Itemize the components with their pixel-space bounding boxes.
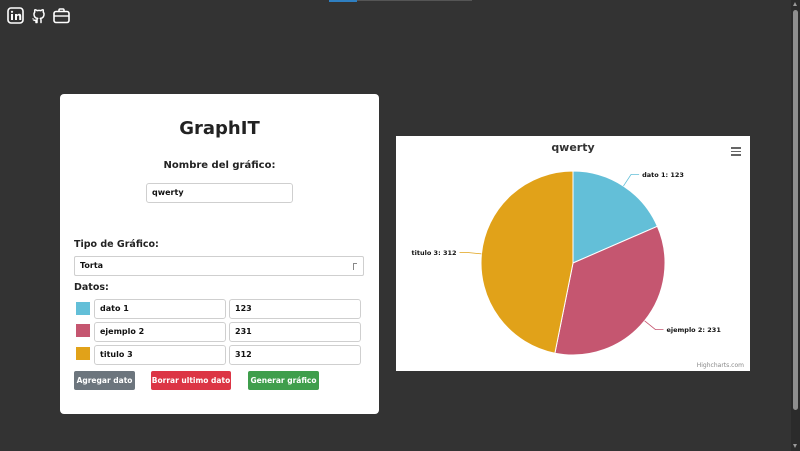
pie-slice-3[interactable] bbox=[480, 170, 574, 354]
page-scrollbar[interactable] bbox=[791, 0, 800, 451]
chart-name-input[interactable]: qwerty bbox=[146, 183, 293, 203]
chart-title: qwerty bbox=[551, 141, 594, 154]
linkedin-icon[interactable] bbox=[7, 7, 24, 24]
chart-form-card: GraphIT Nombre del gráfico: qwerty Tipo … bbox=[60, 94, 379, 414]
row-1-value-input[interactable]: 123 bbox=[229, 299, 361, 319]
data-label-1: dato 1: 123 bbox=[642, 171, 684, 179]
chart-credits[interactable]: Highcharts.com bbox=[697, 362, 744, 369]
chart-name-label: Nombre del gráfico: bbox=[163, 160, 276, 171]
top-divider bbox=[357, 0, 472, 1]
chart-container: qwerty dato 1: 123 ejemplo 2: 231 titulo 3… bbox=[396, 136, 750, 371]
chart-type-select[interactable]: Torta bbox=[74, 256, 364, 276]
data-label-3: titulo 3: 312 bbox=[412, 249, 457, 257]
add-data-button[interactable]: Agregar dato bbox=[74, 371, 135, 390]
social-links bbox=[7, 7, 70, 24]
scroll-up-arrow-icon[interactable] bbox=[793, 2, 797, 6]
github-icon[interactable] bbox=[30, 7, 47, 24]
row-3-name-input[interactable]: titulo 3 bbox=[94, 345, 226, 365]
row-1-name-input[interactable]: dato 1 bbox=[94, 299, 226, 319]
chart-menu-icon[interactable] bbox=[731, 147, 741, 158]
generate-chart-button[interactable]: Generar gráfico bbox=[248, 371, 319, 390]
delete-last-data-button[interactable]: Borrar ultimo dato bbox=[151, 371, 231, 390]
row-3-value-input[interactable]: 312 bbox=[229, 345, 361, 365]
scrollbar-thumb[interactable] bbox=[793, 10, 798, 410]
data-label-connector-3 bbox=[459, 252, 482, 255]
row-2-value-input[interactable]: 231 bbox=[229, 322, 361, 342]
data-label-connector-1 bbox=[623, 173, 640, 187]
row-2-color-picker[interactable] bbox=[76, 324, 90, 337]
data-label-connector-2 bbox=[644, 320, 664, 330]
select-resize-icon bbox=[353, 263, 357, 270]
row-1-color-picker[interactable] bbox=[76, 302, 90, 315]
row-3-color-picker[interactable] bbox=[76, 347, 90, 360]
data-section-label: Datos: bbox=[74, 282, 109, 293]
briefcase-icon[interactable] bbox=[53, 7, 70, 24]
chart-type-label: Tipo de Gráfico: bbox=[74, 239, 159, 250]
scroll-down-arrow-icon[interactable] bbox=[793, 444, 797, 448]
app-title: GraphIT bbox=[179, 118, 260, 139]
top-accent-bar bbox=[329, 0, 357, 2]
chart-type-selected: Torta bbox=[80, 261, 104, 270]
row-2-name-input[interactable]: ejemplo 2 bbox=[94, 322, 226, 342]
data-label-2: ejemplo 2: 231 bbox=[666, 326, 721, 334]
pie-chart: qwerty dato 1: 123 ejemplo 2: 231 titulo 3… bbox=[412, 141, 721, 356]
